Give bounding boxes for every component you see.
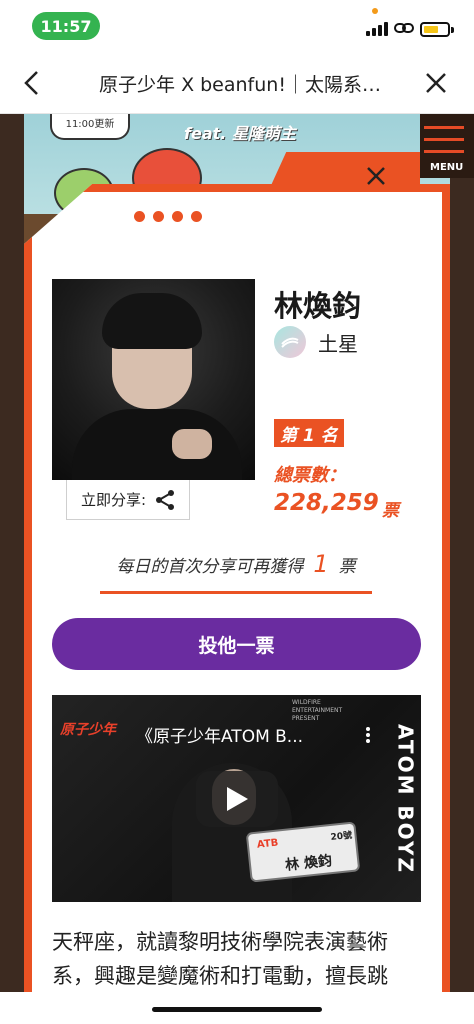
rank-badge: 第 1 名	[274, 419, 344, 447]
candidate-name: 林煥鈞	[274, 289, 362, 323]
home-indicator[interactable]	[152, 1007, 322, 1012]
saturn-planet-icon	[274, 326, 306, 358]
page-title: 原子少年 X beanfun!｜太陽系…	[99, 74, 381, 96]
battery-icon	[420, 22, 450, 37]
daily-share-text: 每日的首次分享可再獲得	[116, 557, 304, 577]
modal-close-button[interactable]	[362, 162, 390, 190]
ticket-number: 20號	[330, 830, 353, 844]
close-icon	[426, 73, 446, 93]
daily-share-bonus: 每日的首次分享可再獲得 1 票	[100, 550, 372, 594]
video-caption-small: WILDFIRE ENTERTAINMENT PRESENT	[292, 699, 343, 722]
daily-share-count: 1	[313, 550, 329, 578]
feat-title: feat. 星隆萌主	[184, 124, 296, 143]
back-button[interactable]	[16, 67, 48, 99]
link-icon	[394, 23, 414, 33]
close-icon	[367, 167, 385, 185]
candidate-description: 天秤座，就讀黎明技術學院表演藝術系，興趣是變魔術和打電動，擅長跳	[52, 930, 388, 988]
video-title: 《原子少年ATOM B...	[136, 727, 304, 747]
show-logo: 原子少年	[60, 722, 116, 738]
play-button[interactable]	[196, 771, 278, 827]
time-indicator[interactable]: 11:57	[32, 12, 100, 40]
signal-icon	[366, 22, 388, 36]
chevron-left-icon	[24, 71, 38, 95]
total-votes-value: 228,259	[274, 490, 379, 516]
ticket-name: 林 煥鈞	[284, 853, 333, 874]
share-button[interactable]: 立即分享:	[66, 480, 190, 520]
name-ticket: ATB 20號 林 煥鈞	[245, 821, 361, 883]
planet-name: 土星	[318, 332, 358, 356]
daily-share-unit: 票	[338, 557, 356, 577]
share-icon	[156, 489, 175, 510]
ticket-code: ATB	[256, 837, 279, 851]
decorative-dots	[134, 211, 202, 222]
total-votes-label: 總票數：	[274, 465, 346, 486]
modal-close-tab	[268, 152, 420, 192]
video-side-text: ATOM BOYZ	[393, 723, 418, 874]
total-votes-unit: 票	[382, 501, 399, 521]
status-bar: 11:57	[0, 0, 474, 52]
vote-button[interactable]: 投他一票	[52, 618, 421, 670]
update-time-bubble: 11:00更新	[50, 114, 130, 140]
share-label: 立即分享:	[81, 491, 147, 509]
recording-dot-icon	[372, 8, 378, 14]
candidate-photo	[52, 279, 255, 480]
menu-label: MENU	[430, 162, 464, 173]
browser-nav-bar: 原子少年 X beanfun!｜太陽系…	[0, 52, 474, 114]
more-options-icon[interactable]	[366, 725, 376, 747]
close-page-button[interactable]	[420, 67, 452, 99]
play-icon	[227, 787, 248, 811]
battery-nub	[451, 27, 454, 33]
